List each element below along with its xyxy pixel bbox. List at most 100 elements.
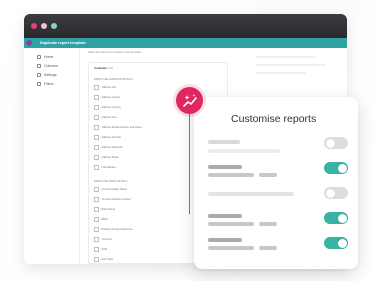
stage: Duplicate report template Home Columns S… xyxy=(0,0,375,281)
sparkle-trend-badge xyxy=(176,87,203,114)
gear-icon xyxy=(37,72,41,77)
field-row[interactable]: Address Postal Number and Street xyxy=(94,124,142,131)
field-row[interactable]: IBAN xyxy=(94,216,108,223)
sparkle-trend-icon xyxy=(182,93,197,107)
field-row[interactable]: Account Position Number xyxy=(94,196,131,203)
field-row[interactable]: Address Street xyxy=(94,154,119,161)
toggle-switch-1[interactable] xyxy=(324,137,348,149)
field-row[interactable]: Account Holder Name xyxy=(94,186,127,193)
available-count: (13) xyxy=(107,66,114,70)
row-sub-bar xyxy=(208,173,254,177)
sidebar-item-label: Filters xyxy=(44,81,54,86)
field-checkbox[interactable] xyxy=(94,207,99,212)
row-sub-bar xyxy=(259,173,277,177)
field-label: Address City xyxy=(101,86,117,89)
field-label: Bank Name xyxy=(101,208,116,211)
field-checkbox[interactable] xyxy=(94,237,99,242)
field-checkbox[interactable] xyxy=(94,217,99,222)
toggle-knob xyxy=(337,163,347,173)
field-label: Address Postal Number and Street xyxy=(101,126,142,129)
field-label: Currency xyxy=(101,238,113,241)
field-label: Address Line xyxy=(101,116,117,119)
field-checkbox[interactable] xyxy=(94,135,99,140)
filter-icon xyxy=(37,81,41,86)
card-title: Customise reports xyxy=(231,113,317,125)
instructions-text: Select the columns to include in your te… xyxy=(88,51,141,54)
toggle-knob xyxy=(337,238,347,248)
field-label: IBAN xyxy=(101,218,108,221)
field-checkbox[interactable] xyxy=(94,85,99,90)
field-row[interactable]: Address Country xyxy=(94,104,121,111)
field-label: Building Society Reference xyxy=(101,228,133,231)
field-checkbox[interactable] xyxy=(94,145,99,150)
placeholder-line xyxy=(256,72,306,74)
field-checkbox[interactable] xyxy=(94,227,99,232)
field-checkbox[interactable] xyxy=(94,257,99,262)
field-row[interactable]: Address Line xyxy=(94,114,117,121)
selected-columns-placeholder xyxy=(256,56,326,80)
group-title-address: EMPLOYEE ADDRESS DETAILS xyxy=(94,78,133,81)
field-checkbox[interactable] xyxy=(94,187,99,192)
sidebar-item-label: Columns xyxy=(44,63,58,68)
sidebar-item-label: Home xyxy=(44,54,54,59)
field-checkbox[interactable] xyxy=(94,155,99,160)
toggle-switch-2[interactable] xyxy=(324,162,348,174)
placeholder-line xyxy=(256,64,326,66)
sidebar-item-filters[interactable]: Filters xyxy=(24,79,79,88)
row-label-bar xyxy=(208,214,242,218)
page-title: Duplicate report template xyxy=(40,41,86,45)
maximize-dot[interactable] xyxy=(51,23,57,29)
field-row[interactable]: Swift xyxy=(94,246,107,253)
field-row[interactable]: Building Society Reference xyxy=(94,226,133,233)
close-dot[interactable] xyxy=(31,23,37,29)
field-row[interactable]: Address City xyxy=(94,84,116,91)
field-checkbox[interactable] xyxy=(94,197,99,202)
field-checkbox[interactable] xyxy=(94,125,99,130)
sidebar-item-columns[interactable]: Columns xyxy=(24,61,79,70)
field-row[interactable]: Address Number xyxy=(94,134,121,141)
field-row[interactable]: Currency xyxy=(94,236,112,243)
field-checkbox[interactable] xyxy=(94,105,99,110)
row-label-bar xyxy=(208,140,240,144)
field-label: Address Country xyxy=(101,106,121,109)
customise-reports-card: Customise reports xyxy=(194,97,358,269)
field-label: Address Postcode xyxy=(101,146,123,149)
row-label-bar xyxy=(208,165,242,169)
toggle-knob xyxy=(325,138,335,148)
toggle-switch-3[interactable] xyxy=(324,187,348,199)
app-header: Duplicate report template xyxy=(24,38,347,48)
logo-icon xyxy=(26,40,32,46)
field-row[interactable]: Address County xyxy=(94,94,120,101)
field-label: Swift xyxy=(101,248,108,251)
field-row[interactable]: Address Postcode xyxy=(94,144,123,151)
field-label: Address Number xyxy=(101,136,121,139)
toggle-switch-4[interactable] xyxy=(324,212,348,224)
row-label-bar xyxy=(208,238,242,242)
toggle-switch-5[interactable] xyxy=(324,237,348,249)
toggle-knob xyxy=(337,213,347,223)
sidebar-item-settings[interactable]: Settings xyxy=(24,70,79,79)
home-icon xyxy=(37,54,41,59)
row-sub-bar xyxy=(208,222,254,226)
row-sub-bar xyxy=(259,222,277,226)
field-row[interactable]: Full Address xyxy=(94,164,116,171)
minimize-dot[interactable] xyxy=(41,23,47,29)
placeholder-line xyxy=(256,56,316,58)
toggle-knob xyxy=(325,188,335,198)
row-sub-bar xyxy=(208,246,254,250)
field-row[interactable]: Bank Name xyxy=(94,206,115,213)
group-title-bank: EMPLOYEE BANK DETAILS xyxy=(94,180,128,183)
field-label: Account Position Number xyxy=(101,198,131,201)
field-row[interactable]: Sort Code xyxy=(94,256,113,263)
row-sub-bar xyxy=(259,246,277,250)
field-checkbox[interactable] xyxy=(94,247,99,252)
field-label: Full Address xyxy=(101,166,116,169)
field-checkbox[interactable] xyxy=(94,165,99,170)
sidebar-item-label: Settings xyxy=(44,72,57,77)
field-checkbox[interactable] xyxy=(94,95,99,100)
sidebar: Home Columns Settings Filters xyxy=(24,48,80,264)
window-chrome xyxy=(24,14,347,38)
available-heading: Available (13) xyxy=(94,66,113,70)
sidebar-item-home[interactable]: Home xyxy=(24,52,79,61)
field-checkbox[interactable] xyxy=(94,115,99,120)
